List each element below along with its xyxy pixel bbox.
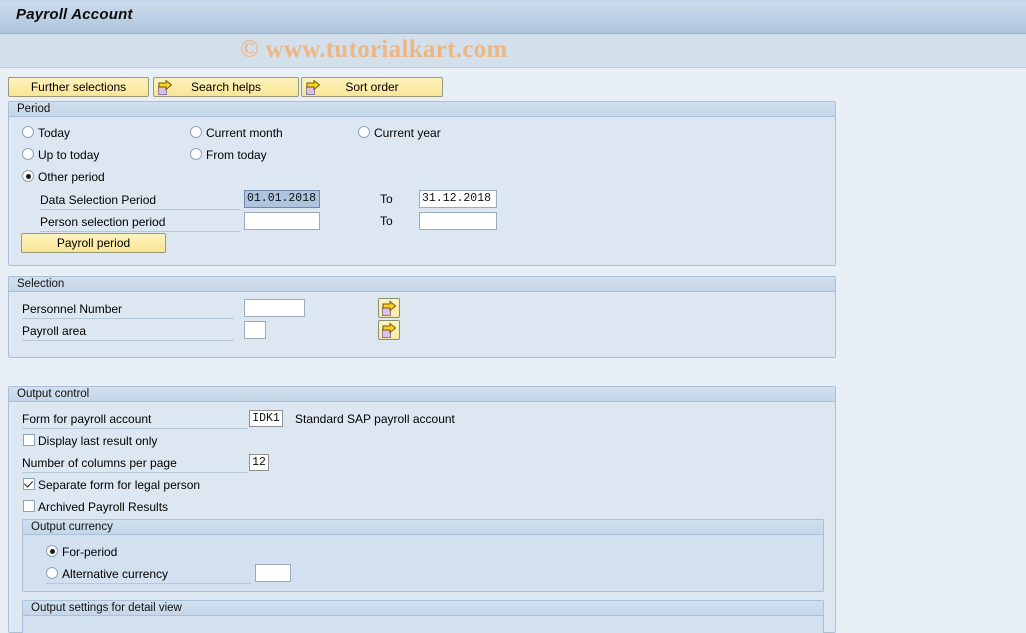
- output-settings-detail-view-group-header: Output settings for detail view: [23, 601, 823, 616]
- titlebar-highlight: [0, 0, 1026, 2]
- arrow-page-icon: [305, 79, 321, 98]
- number-of-columns-per-page-label: Number of columns per page: [22, 456, 177, 470]
- output-currency-group-title: Output currency: [31, 521, 113, 533]
- radio-current-year[interactable]: [358, 126, 370, 138]
- watermark-text: © www.tutorialkart.com: [240, 36, 508, 63]
- alternative-currency-input[interactable]: [255, 564, 291, 582]
- display-last-result-only-checkbox[interactable]: [23, 434, 35, 446]
- number-of-columns-per-page-underline: [22, 472, 248, 473]
- radio-up-to-today-label: Up to today: [38, 148, 100, 162]
- personnel-number-multi-select-button[interactable]: [378, 298, 400, 318]
- radio-other-period[interactable]: [22, 170, 34, 182]
- archived-payroll-results-label: Archived Payroll Results: [38, 500, 169, 514]
- payroll-period-button[interactable]: Payroll period: [21, 233, 166, 253]
- person-selection-period-underline: [40, 231, 240, 232]
- personnel-number-underline: [22, 318, 234, 319]
- application-toolbar: Further selections Search helps Sort ord…: [0, 69, 1026, 97]
- selection-group-header: Selection: [9, 277, 835, 292]
- archived-payroll-results-checkbox[interactable]: [23, 500, 35, 512]
- window-titlebar: [0, 0, 1026, 34]
- arrow-page-icon: [381, 322, 397, 338]
- number-of-columns-per-page-input[interactable]: 12: [249, 454, 269, 471]
- period-group-header: Period: [9, 102, 835, 117]
- output-control-group-title: Output control: [17, 388, 90, 400]
- radio-other-period-label: Other period: [38, 170, 105, 184]
- person-selection-period-label: Person selection period: [40, 215, 166, 229]
- page-title: Payroll Account: [16, 6, 133, 23]
- radio-from-today[interactable]: [190, 148, 202, 160]
- payroll-area-input[interactable]: [244, 321, 266, 339]
- output-control-group-header: Output control: [9, 387, 835, 402]
- form-for-payroll-account-input[interactable]: IDK1: [249, 410, 283, 427]
- display-last-result-only-label: Display last result only: [38, 434, 158, 448]
- data-selection-period-to-input[interactable]: 31.12.2018: [419, 190, 497, 208]
- radio-current-month-label: Current month: [206, 126, 283, 140]
- radio-current-month[interactable]: [190, 126, 202, 138]
- output-settings-detail-view-group-title: Output settings for detail view: [31, 602, 182, 614]
- personnel-number-label: Personnel Number: [22, 302, 123, 316]
- radio-alternative-currency-label: Alternative currency: [62, 567, 169, 581]
- payroll-area-label: Payroll area: [22, 324, 87, 338]
- form-for-payroll-account-underline: [22, 428, 248, 429]
- radio-for-period-label: For-period: [62, 545, 118, 559]
- output-currency-group: Output currency For-period Alternative c…: [22, 519, 824, 592]
- selection-group-title: Selection: [17, 278, 65, 290]
- arrow-page-icon: [157, 79, 173, 98]
- sort-order-label: Sort order: [345, 80, 399, 94]
- radio-alternative-currency[interactable]: [46, 567, 58, 579]
- period-group-title: Period: [17, 103, 51, 115]
- radio-today-label: Today: [38, 126, 71, 140]
- data-selection-period-to-label: To: [380, 192, 393, 206]
- period-group: Period Today Current month Current year …: [8, 101, 836, 266]
- form-for-payroll-account-description: Standard SAP payroll account: [295, 412, 455, 426]
- person-selection-period-from-input[interactable]: [244, 212, 320, 230]
- window-subbar: [0, 34, 1026, 68]
- output-settings-detail-view-group: Output settings for detail view: [22, 600, 824, 633]
- output-currency-group-header: Output currency: [23, 520, 823, 535]
- radio-today[interactable]: [22, 126, 34, 138]
- alternative-currency-underline: [46, 583, 251, 584]
- personnel-number-input[interactable]: [244, 299, 305, 317]
- payroll-area-underline: [22, 340, 234, 341]
- payroll-account-window: Payroll Account © www.tutorialkart.com F…: [0, 0, 1026, 633]
- further-selections-button[interactable]: Further selections: [8, 77, 149, 97]
- selection-group: Selection Personnel Number Payroll area: [8, 276, 836, 358]
- search-helps-label: Search helps: [190, 80, 262, 94]
- form-for-payroll-account-label: Form for payroll account: [22, 412, 152, 426]
- sort-order-button[interactable]: Sort order: [301, 77, 443, 97]
- further-selections-label: Further selections: [30, 80, 127, 94]
- search-helps-button[interactable]: Search helps: [153, 77, 299, 97]
- separate-form-for-legal-person-checkbox[interactable]: [23, 478, 35, 490]
- radio-current-year-label: Current year: [374, 126, 441, 140]
- payroll-area-multi-select-button[interactable]: [378, 320, 400, 340]
- data-selection-period-from-input[interactable]: 01.01.2018: [244, 190, 320, 208]
- data-selection-period-label: Data Selection Period: [40, 193, 157, 207]
- radio-from-today-label: From today: [206, 148, 267, 162]
- separate-form-for-legal-person-label: Separate form for legal person: [38, 478, 201, 492]
- radio-up-to-today[interactable]: [22, 148, 34, 160]
- data-selection-period-underline: [40, 209, 240, 210]
- radio-for-period[interactable]: [46, 545, 58, 557]
- arrow-page-icon: [381, 300, 397, 316]
- output-control-group: Output control Form for payroll account …: [8, 386, 836, 633]
- person-selection-period-to-input[interactable]: [419, 212, 497, 230]
- person-selection-period-to-label: To: [380, 214, 393, 228]
